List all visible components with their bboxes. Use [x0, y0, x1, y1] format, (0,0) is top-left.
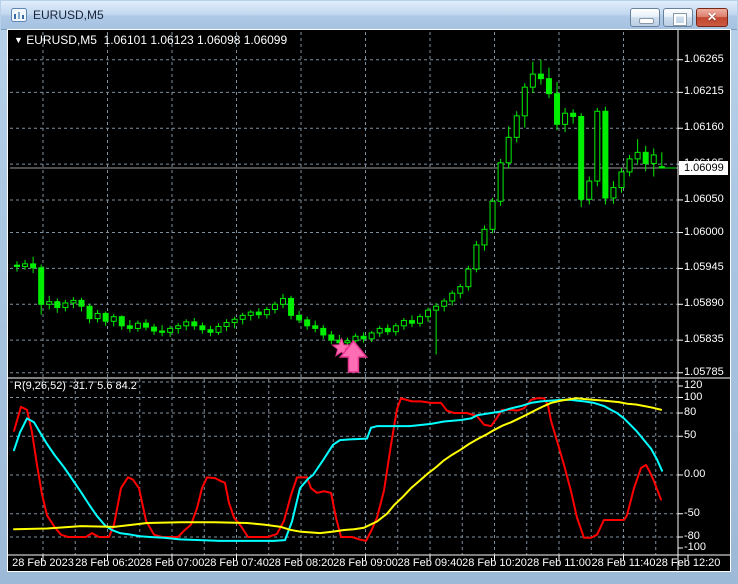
price-axis-label: 1.05945: [684, 261, 724, 274]
indicator-name-label: R(9,26,52) -31.7 5.6 84.2: [14, 380, 137, 392]
price-axis-label: 1.06265: [684, 52, 724, 65]
chart-window-icon: [11, 8, 27, 22]
chart-ohlc-header: ▼ EURUSD,M5 1.06101 1.06123 1.06098 1.06…: [14, 33, 287, 47]
chevron-down-icon: ▼: [14, 35, 23, 45]
indicator-axis-label: -100: [684, 541, 707, 553]
close-button[interactable]: ✕: [696, 8, 728, 27]
chart-canvas[interactable]: [8, 30, 730, 571]
time-axis-label: 28 Feb 11:40: [591, 557, 656, 569]
window-title: EURUSD,M5: [33, 8, 104, 22]
indicator-axis-label: 120: [684, 379, 703, 391]
ohlc-values: 1.06101 1.06123 1.06098 1.06099: [103, 33, 288, 47]
time-axis-label: 28 Feb 2023: [12, 557, 74, 569]
minimize-icon: [639, 18, 654, 24]
current-price-badge: 1.06099: [679, 161, 728, 175]
time-axis-label: 28 Feb 11:00: [526, 557, 592, 569]
mt4-chart-window: EURUSD,M5 ✕ ▼ EURUSD,M5 1.06101 1.06123 …: [0, 0, 738, 584]
indicator-axis-label: 0.00: [684, 468, 706, 480]
time-axis-label: 28 Feb 09:40: [397, 557, 463, 569]
time-axis-label: 28 Feb 12:20: [655, 557, 721, 569]
restore-button[interactable]: [663, 8, 693, 27]
time-axis-label: 28 Feb 08:20: [268, 557, 334, 569]
time-axis-label: 28 Feb 10:20: [462, 557, 527, 569]
price-axis-label: 1.05785: [684, 365, 724, 378]
price-axis-label: 1.05835: [684, 333, 724, 346]
chart-client-area[interactable]: ▼ EURUSD,M5 1.06101 1.06123 1.06098 1.06…: [7, 29, 731, 572]
symbol-period-label: EURUSD,M5: [26, 33, 97, 47]
indicator-axis-label: 100: [684, 390, 703, 403]
price-axis-label: 1.06160: [684, 121, 724, 134]
time-axis-label: 28 Feb 07:00: [139, 557, 205, 569]
price-axis-label: 1.06000: [684, 225, 724, 238]
window-titlebar[interactable]: EURUSD,M5 ✕: [1, 1, 737, 30]
price-axis-label: 1.06215: [684, 85, 724, 98]
restore-icon: [673, 13, 687, 26]
minimize-button[interactable]: [630, 8, 660, 27]
indicator-axis-label: -50: [684, 506, 700, 519]
time-axis-label: 28 Feb 06:20: [75, 557, 140, 569]
indicator-axis-label: 80: [684, 406, 697, 418]
time-axis-label: 28 Feb 07:40: [204, 557, 269, 569]
price-axis-label: 1.05890: [684, 297, 724, 310]
price-axis-label: 1.06050: [684, 192, 724, 205]
indicator-axis-label: 50: [684, 429, 697, 442]
time-axis-label: 28 Feb 09:00: [333, 557, 398, 569]
